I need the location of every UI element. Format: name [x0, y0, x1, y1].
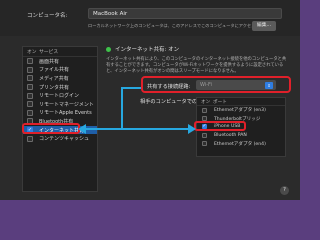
highlight-internet-sharing: [22, 123, 80, 134]
computer-name-description: ローカルネットワーク上のコンピュータは、このアドレスでこのコンピュータにアクセス…: [88, 23, 274, 28]
port-row[interactable]: Ethernetアダプタ (en3): [197, 106, 285, 114]
port-checkbox[interactable]: [202, 107, 207, 113]
service-label: コンテンツキャッシュ: [39, 136, 90, 143]
arrow-connector-left: [84, 128, 122, 130]
help-button[interactable]: ?: [280, 186, 289, 195]
service-row[interactable]: リモートログイン: [23, 91, 97, 100]
service-label: リモートApple Events: [39, 110, 92, 117]
service-checkbox[interactable]: [27, 58, 33, 65]
highlight-share-from: [141, 76, 291, 93]
services-col-on: オン: [27, 50, 37, 55]
services-col-service: サービス: [39, 50, 59, 55]
services-list: オン サービス 画面共有 ファイル共有 メディア共有 プリンタ共有 リモートログイン リモ…: [22, 46, 98, 192]
port-row[interactable]: Ethernetアダプタ (en4): [197, 140, 285, 148]
service-checkbox[interactable]: [27, 101, 33, 108]
computer-name-input[interactable]: MacBook Air: [88, 8, 282, 19]
service-label: プリンタ共有: [39, 84, 70, 91]
sharing-preferences-window: コンピュータ名: MacBook Air ローカルネットワーク上のコンピュータは…: [0, 0, 300, 200]
service-label: メディア共有: [39, 75, 69, 82]
ports-col-port: ポート: [213, 99, 227, 105]
ports-list-header: オン ポート: [197, 98, 285, 106]
service-checkbox[interactable]: [27, 135, 33, 142]
highlight-iphone-usb: [194, 121, 246, 131]
port-checkbox[interactable]: [202, 141, 207, 147]
service-label: リモートログイン: [39, 93, 80, 100]
service-checkbox[interactable]: [27, 75, 33, 82]
service-row[interactable]: メディア共有: [23, 74, 97, 83]
service-checkbox[interactable]: [27, 66, 33, 73]
arrow-connector-top: [121, 87, 141, 89]
port-row[interactable]: Bluetooth PAN: [197, 131, 285, 139]
computer-name-label: コンピュータ名:: [27, 13, 68, 19]
service-row[interactable]: プリンタ共有: [23, 83, 97, 92]
ports-col-on: オン: [201, 99, 211, 105]
service-row[interactable]: コンテンツキャッシュ: [23, 134, 97, 143]
port-label: Ethernetアダプタ (en3): [214, 108, 266, 114]
service-row[interactable]: ファイル共有: [23, 66, 97, 75]
service-label: ファイル共有: [39, 67, 70, 74]
port-label: Bluetooth PAN: [214, 132, 247, 138]
services-list-header: オン サービス: [23, 47, 97, 57]
port-label: Ethernetアダプタ (en4): [214, 141, 266, 147]
arrow-right-icon: [188, 124, 196, 134]
arrow-connector-right: [122, 128, 190, 130]
status-on-icon: [106, 47, 111, 52]
port-checkbox[interactable]: [202, 132, 207, 138]
sharing-status-text: インターネット共有: オン: [115, 47, 180, 53]
arrow-connector-vertical: [121, 88, 123, 129]
service-row[interactable]: 画面共有: [23, 57, 97, 66]
arrow-left-icon: [78, 124, 86, 134]
service-checkbox[interactable]: [27, 109, 33, 116]
service-row[interactable]: リモートマネージメント: [23, 100, 97, 109]
service-checkbox[interactable]: [27, 84, 33, 91]
sharing-description: インターネット共有により、このコンピュータのインターネット接続を他のコンピュータ…: [106, 57, 287, 75]
service-label: 画面共有: [39, 58, 60, 65]
service-checkbox[interactable]: [27, 92, 33, 99]
edit-button[interactable]: 編集...: [252, 21, 276, 31]
service-label: リモートマネージメント: [39, 101, 94, 108]
service-row[interactable]: リモートApple Events: [23, 109, 97, 118]
